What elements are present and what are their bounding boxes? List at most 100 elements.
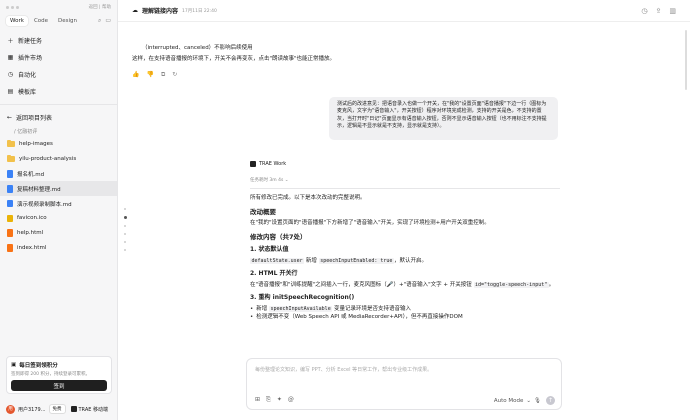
chat-input-placeholder[interactable]: 每份整理论文知识，编写 PPT、分析 Excel 等日常工作，帮出专业级工作成果…	[255, 366, 553, 373]
subheading: 1. 状态默认值	[250, 246, 289, 253]
text-span: 在"语音播报"和"训练提醒"之间插入一行，麦克风图标（🎤）+"语音输入"文字 +…	[250, 282, 474, 288]
calendar-icon: ▣	[11, 362, 17, 368]
user-name[interactable]: 用户3179...	[18, 406, 46, 413]
trae-logo-icon	[250, 161, 256, 167]
panel-toggle-icon[interactable]: ▭	[105, 17, 111, 25]
rail-dot[interactable]	[124, 233, 126, 235]
layout-icon[interactable]: ▥	[669, 7, 676, 15]
file-name: help-images	[19, 141, 53, 148]
plugin-icon[interactable]: ✦	[277, 396, 282, 404]
duration-text: 任务耗时 3m 4s	[250, 178, 284, 183]
file-name: help.html	[17, 230, 44, 237]
paperclip-icon[interactable]: ⎘	[266, 396, 271, 404]
page-title: 理解链接内容	[142, 8, 179, 15]
mention-icon[interactable]: @	[288, 396, 294, 404]
thumbs-down-icon[interactable]: 👎	[146, 71, 153, 79]
plan-badge[interactable]: 免费	[48, 404, 66, 414]
reply-text: 这样，在支持语音播报的环境下，开关不会再变灰，点击"朗读故事"也能正常播放。	[132, 56, 336, 62]
mode-label: Auto Mode	[493, 398, 524, 404]
trae-logo-icon	[70, 406, 77, 412]
thumbs-up-icon[interactable]: 👍	[132, 71, 139, 79]
copy-icon[interactable]: ⧉	[161, 71, 165, 79]
regenerate-icon[interactable]: ↻	[172, 71, 177, 79]
code-span: speechInputAvailable	[269, 306, 333, 312]
tab-work[interactable]: Work	[6, 16, 28, 26]
microphone-icon[interactable]: 🎙	[534, 398, 541, 404]
markdown-file-icon	[7, 199, 13, 208]
file-name: 演示视频录制脚本.md	[17, 201, 72, 208]
rail-dot[interactable]	[124, 208, 126, 210]
file-name: 报名机.md	[17, 171, 45, 178]
mobile-link[interactable]: TRAE 移动端	[70, 406, 109, 413]
input-tools: ⊞ ⎘ ✦ @	[255, 396, 294, 404]
chevron-down-icon: ⌄	[284, 178, 289, 183]
task-duration[interactable]: 任务耗时 3m 4s ⌄	[250, 177, 289, 183]
chat-header: ☁ 理解链接内容 17月11日 22:40 ◷ ⇪ ▥	[118, 0, 690, 22]
rail-dot[interactable]	[124, 225, 126, 227]
file-name: 复稿材料整理.md	[17, 186, 61, 193]
promo-subtitle: 签到即得 200 积分，持续登录可累积。	[11, 372, 90, 377]
mode-tabs: Work Code Design ⌕ ▭	[0, 14, 117, 28]
rail-dot[interactable]	[124, 241, 126, 243]
tab-code[interactable]: Code	[30, 16, 52, 26]
change-1-text: defaultState.user 新增 speechInputEnabled:…	[250, 257, 560, 265]
checkin-button[interactable]: 签到	[11, 380, 107, 391]
file-item[interactable]: index.html	[0, 241, 117, 256]
bullet-dot: •	[250, 306, 254, 312]
file-name: index.html	[17, 244, 47, 251]
tab-design[interactable]: Design	[54, 16, 81, 26]
overview-text: 在"我的"设置页面的"语音播报"下方新增了"语音输入"开关，实现了环境检测+用户…	[250, 220, 490, 226]
file-item[interactable]: help.html	[0, 226, 117, 241]
breadcrumb: / 亿融初评	[0, 125, 117, 137]
file-item[interactable]: 演示视频录制脚本.md	[0, 196, 117, 211]
mode-selector[interactable]: Auto Mode ⌄ 🎙	[494, 398, 541, 404]
nav-templates[interactable]: ▤ 模板库	[0, 83, 117, 100]
user-message: 测试后的改进意见：把语音录入也做一个开关，在"我的"设置页面"语音播报"下边一行…	[329, 97, 558, 140]
html-file-icon	[7, 244, 13, 252]
attach-icon[interactable]: ⊞	[255, 396, 260, 404]
nav-new-task[interactable]: ＋ 新建任务	[0, 32, 117, 49]
top-links[interactable]: 返回 | 帮助	[89, 4, 111, 10]
history-icon[interactable]: ◷	[641, 7, 647, 15]
back-to-projects[interactable]: ← 返回项目列表	[0, 109, 117, 125]
file-name: favicon.ico	[17, 215, 47, 222]
nav-label: 模板库	[18, 89, 37, 96]
send-button[interactable]: ↑	[546, 396, 555, 405]
previous-reply: （interrupted、canceled）不影响后续使用 这样，在支持语音播报…	[132, 44, 444, 79]
file-item-selected[interactable]: 复稿材料整理.md	[0, 181, 117, 197]
sidebar-nav: ＋ 新建任务 ▦ 插件市场 ◷ 自动化 ▤ 模板库	[0, 32, 117, 100]
text-span: 新增	[256, 306, 269, 312]
arrow-left-icon: ←	[7, 113, 13, 121]
file-item[interactable]: 报名机.md	[0, 167, 117, 182]
scrollbar[interactable]	[685, 30, 687, 90]
file-item[interactable]: help-images	[0, 137, 117, 152]
nav-plugin-market[interactable]: ▦ 插件市场	[0, 49, 117, 66]
share-icon[interactable]: ⇪	[656, 7, 662, 15]
subheading: 3. 重构 initSpeechRecognition()	[250, 294, 355, 301]
text-span: 新增	[304, 258, 319, 264]
reply-intro: 所有修改已完成。以下是本次改动的完整说明。	[250, 195, 366, 201]
agent-header: TRAE Work	[250, 161, 286, 167]
timestamp: 17月11日 22:40	[182, 8, 217, 14]
plus-icon: ＋	[7, 38, 14, 45]
sidebar: 返回 | 帮助 Work Code Design ⌕ ▭ ＋ 新建任务 ▦ 插件市场…	[0, 0, 118, 420]
file-item[interactable]: yilu-product-analysis	[0, 152, 117, 167]
arrow-up-icon: ↑	[547, 397, 554, 404]
user-bar: 用 用户3179... 免费 TRAE 移动端	[6, 403, 108, 415]
text-span: ，默认开启。	[393, 258, 427, 264]
markdown-file-icon	[7, 170, 13, 178]
mobile-label: TRAE 移动端	[78, 406, 109, 413]
file-name: yilu-product-analysis	[19, 156, 77, 163]
chevron-down-icon: ⌄	[526, 398, 532, 404]
bullet-dot: •	[250, 314, 254, 320]
search-icon[interactable]: ⌕	[98, 17, 101, 25]
file-item[interactable]: favicon.ico	[0, 211, 117, 226]
avatar[interactable]: 用	[6, 404, 15, 414]
rail-dot[interactable]	[124, 249, 126, 251]
chat-input-box[interactable]: 每份整理论文知识，编写 PPT、分析 Excel 等日常工作，帮出专业级工作成果…	[246, 358, 562, 410]
nav-automation[interactable]: ◷ 自动化	[0, 66, 117, 83]
rail-dot-active[interactable]	[124, 216, 127, 219]
window-controls[interactable]	[6, 5, 19, 9]
divider	[250, 188, 560, 189]
change-2-text: 在"语音播报"和"训练提醒"之间插入一行，麦克风图标（🎤）+"语音输入"文字 +…	[250, 281, 560, 289]
